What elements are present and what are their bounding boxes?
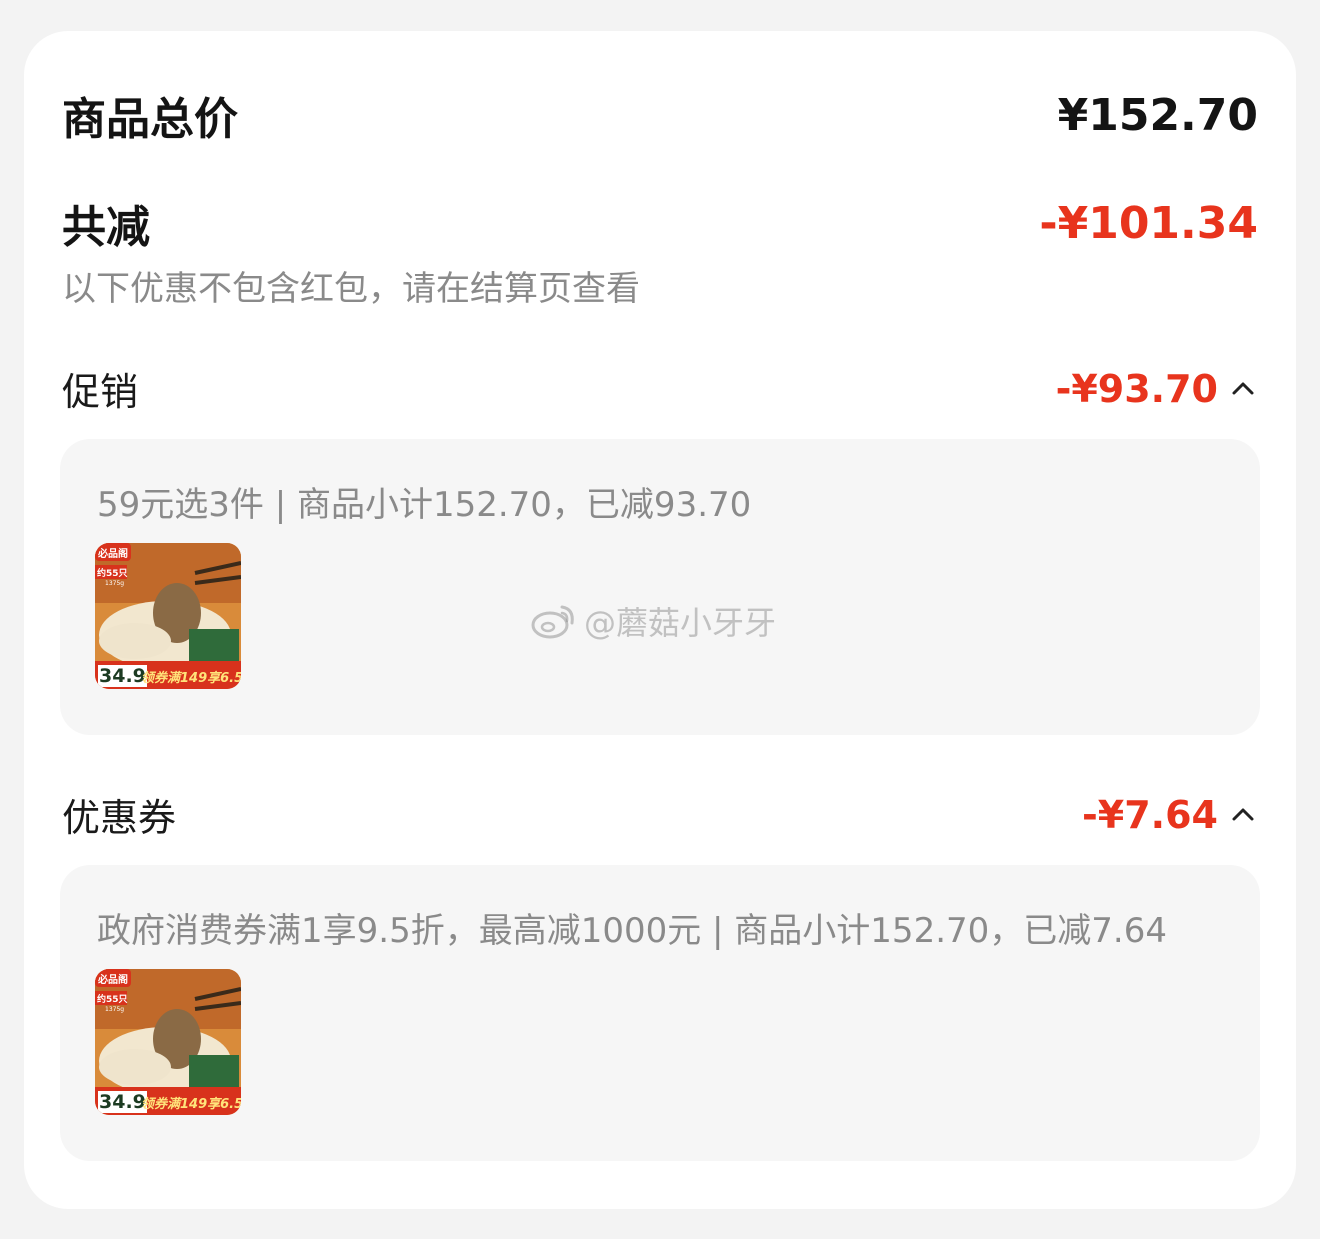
watermark-text: @蘑菇小牙牙 [584,604,777,642]
promotion-value: -¥93.70 [1055,366,1218,411]
coupon-header[interactable]: 优惠券 -¥7.64 [62,787,1258,842]
product-promo: 领券满149享6.5折 [141,671,241,686]
product-badge: 约55只 [97,995,128,1005]
total-price-label: 商品总价 [62,94,238,145]
product-badge: 约55只 [97,569,128,579]
product-weight: 1375g [105,580,125,587]
promotion-header[interactable]: 促销 -¥93.70 [62,361,1258,416]
product-thumbnail[interactable]: 必品阁 约55只 1375g 34.9 领券满149享6.5折 [95,969,241,1115]
product-promo: 领券满149享6.5折 [141,1097,241,1112]
product-brand: 必品阁 [98,975,128,986]
coupon-label: 优惠券 [62,796,177,840]
coupon-detail-text: 政府消费券满1享9.5折，最高减1000元 | 商品小计152.70，已减7.6… [97,911,1167,951]
product-brand: 必品阁 [98,549,128,560]
chevron-up-icon[interactable] [1228,800,1258,830]
watermark: @蘑菇小牙牙 [530,598,776,644]
product-price: 34.9 [98,665,147,687]
total-price-value: ¥152.70 [1057,89,1258,141]
coupon-value: -¥7.64 [1082,792,1218,837]
promotion-label: 促销 [62,370,139,414]
promotion-amount[interactable]: -¥93.70 [1056,367,1258,411]
discount-note: 以下优惠不包含红包，请在结算页查看 [62,269,640,309]
product-price: 34.9 [98,1091,147,1113]
total-discount-label: 共减 [62,202,150,253]
chevron-up-icon[interactable] [1228,374,1258,404]
promotion-detail-panel: 59元选3件 | 商品小计152.70，已减93.70 必品阁 约55只 137… [60,439,1260,735]
weibo-icon [531,605,574,639]
total-price-row: 商品总价 ¥152.70 [62,83,1258,147]
product-weight: 1375g [105,1006,125,1013]
total-discount-value: -¥101.34 [1039,197,1258,249]
coupon-detail-panel: 政府消费券满1享9.5折，最高减1000元 | 商品小计152.70，已减7.6… [60,865,1260,1161]
coupon-amount[interactable]: -¥7.64 [1082,793,1258,837]
total-discount-row: 共减 -¥101.34 [62,191,1258,255]
promotion-detail-text: 59元选3件 | 商品小计152.70，已减93.70 [97,485,752,525]
product-thumbnail[interactable]: 必品阁 约55只 1375g 34.9 领券满149享6.5折 [95,543,241,689]
